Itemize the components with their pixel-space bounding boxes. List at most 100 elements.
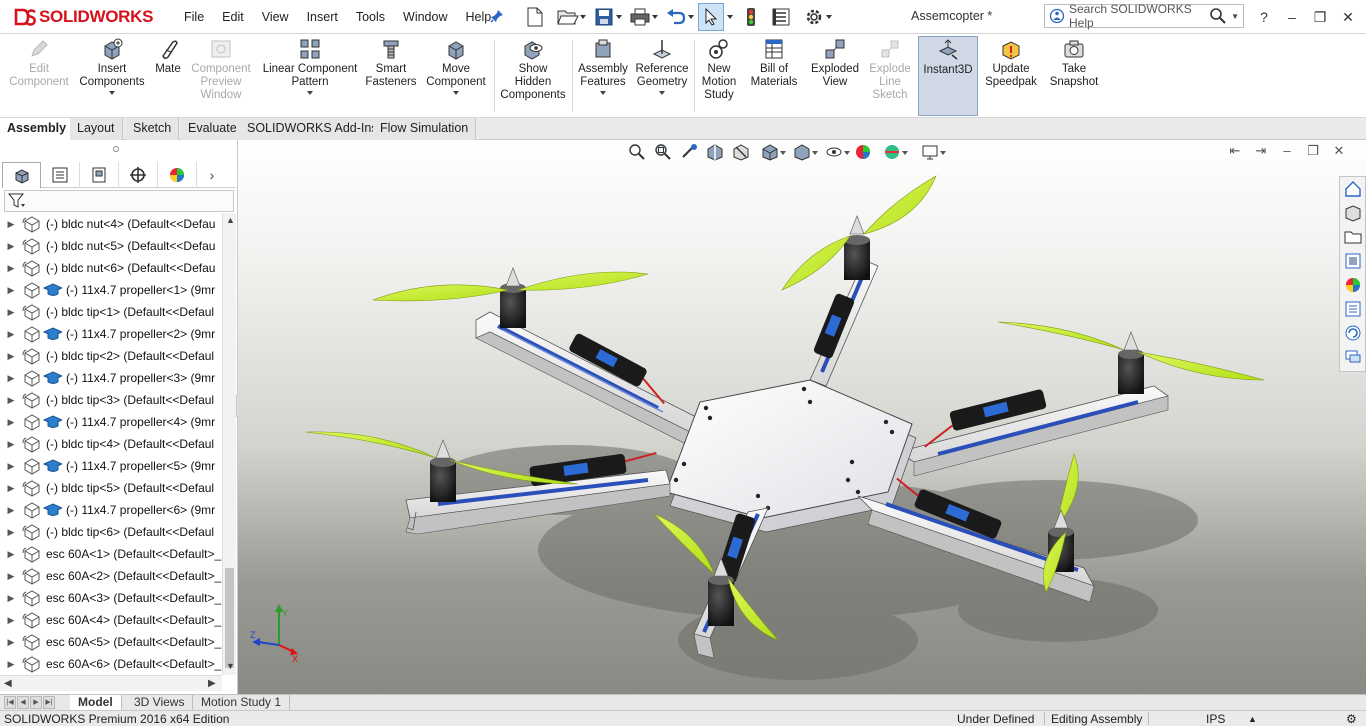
task-pane-custom-properties[interactable] (1340, 297, 1365, 321)
tab-sketch[interactable]: Sketch (126, 118, 180, 140)
scroll-down-icon[interactable]: ▼ (226, 661, 235, 671)
tab-layout[interactable]: Layout (70, 118, 123, 140)
tree-item[interactable]: ▶ (-) bldc nut<6> (Default<<Defau (0, 257, 222, 279)
viewport-next-icon[interactable]: ⇥ (1248, 143, 1274, 159)
linear-pattern-button[interactable]: Linear Component Pattern (258, 38, 362, 95)
viewport-prev-icon[interactable]: ⇤ (1222, 143, 1248, 159)
tree-item[interactable]: ▶ (-) 11x4.7 propeller<4> (9mr (0, 411, 222, 433)
tree-item[interactable]: ▶ (-) bldc tip<2> (Default<<Defaul (0, 345, 222, 367)
scroll-left-icon[interactable]: ◀ (4, 678, 12, 689)
scroll-up-icon[interactable]: ▲ (226, 215, 235, 225)
viewport-restore-icon[interactable]: ❐ (1300, 143, 1326, 159)
tab-assembly[interactable]: Assembly (0, 118, 75, 140)
instant3d-button[interactable]: Instant3D (918, 36, 978, 116)
expand-arrow-icon[interactable]: ▶ (0, 461, 22, 472)
print-button[interactable] (622, 3, 658, 31)
close-icon[interactable]: ✕ (1334, 9, 1362, 26)
explode-line-sketch-button[interactable]: Explode Line Sketch (864, 38, 916, 102)
motor-propeller-3[interactable] (997, 321, 1265, 394)
pin-menu-icon[interactable] (490, 9, 504, 23)
tab-evaluate[interactable]: Evaluate (181, 118, 245, 140)
tab-configuration-manager[interactable] (80, 162, 119, 188)
section-view-button[interactable] (702, 141, 728, 163)
menu-insert[interactable]: Insert (298, 10, 347, 24)
expand-arrow-icon[interactable]: ▶ (0, 351, 22, 362)
expand-arrow-icon[interactable]: ▶ (0, 263, 22, 274)
menu-file[interactable]: File (175, 10, 213, 24)
arm-back-left[interactable] (475, 311, 699, 445)
update-speedpak-button[interactable]: Update Speedpak (984, 38, 1038, 89)
tree-item[interactable]: ▶ (-) bldc nut<4> (Default<<Defau (0, 213, 222, 235)
take-snapshot-button[interactable]: Take Snapshot (1046, 38, 1102, 89)
options-button[interactable] (796, 3, 832, 31)
select-button[interactable] (698, 3, 724, 31)
restore-icon[interactable]: ❐ (1306, 9, 1334, 26)
mate-button[interactable]: Mate (150, 38, 186, 76)
display-style-button[interactable] (786, 141, 818, 163)
tree-item[interactable]: ▶ esc 60A<5> (Default<<Default>_ (0, 631, 222, 653)
search-icon[interactable] (1209, 7, 1227, 25)
expand-arrow-icon[interactable]: ▶ (0, 219, 22, 230)
tree-item[interactable]: ▶ (-) 11x4.7 propeller<1> (9mr (0, 279, 222, 301)
insert-components-button[interactable]: Insert Components (76, 38, 148, 95)
tab-last-icon[interactable]: ▶| (43, 696, 55, 709)
task-pane-appearances[interactable] (1340, 273, 1365, 297)
expand-arrow-icon[interactable]: ▶ (0, 659, 22, 670)
viewport-close-icon[interactable]: ✕ (1326, 143, 1352, 159)
apply-scene-button[interactable] (876, 141, 908, 163)
tree-item[interactable]: ▶ (-) bldc tip<1> (Default<<Defaul (0, 301, 222, 323)
bill-of-materials-button[interactable]: Bill of Materials (746, 38, 802, 89)
edit-appearance-button[interactable] (850, 141, 876, 163)
expand-arrow-icon[interactable]: ▶ (0, 417, 22, 428)
tree-vertical-scrollbar[interactable]: ▲ ▼ (222, 213, 236, 675)
tree-item[interactable]: ▶ esc 60A<3> (Default<<Default>_ (0, 587, 222, 609)
edit-component-button[interactable]: Edit Component (4, 38, 74, 89)
tab-flow-simulation[interactable]: Flow Simulation (373, 118, 477, 140)
menu-view[interactable]: View (253, 10, 298, 24)
tab-next-icon[interactable]: ▶ (30, 696, 42, 709)
units-dropdown-icon[interactable]: ▲ (1248, 714, 1257, 724)
tree-item[interactable]: ▶ esc 60A<4> (Default<<Default>_ (0, 609, 222, 631)
smart-fasteners-button[interactable]: Smart Fasteners (364, 38, 418, 89)
expand-arrow-icon[interactable]: ▶ (0, 395, 22, 406)
expand-arrow-icon[interactable]: ▶ (0, 307, 22, 318)
tree-item[interactable]: ▶ esc 60A<1> (Default<<Default>_ (0, 543, 222, 565)
motor-propeller-2[interactable] (781, 175, 937, 291)
save-button[interactable] (586, 3, 622, 31)
tab-prev-icon[interactable]: ◀ (17, 696, 29, 709)
expand-arrow-icon[interactable]: ▶ (0, 285, 22, 296)
search-input[interactable]: Search SOLIDWORKS Help (1069, 2, 1209, 30)
tree-filter[interactable] (4, 190, 234, 212)
panel-tabs-more[interactable]: › (197, 162, 227, 187)
view-orientation-button[interactable] (754, 141, 786, 163)
expand-arrow-icon[interactable]: ▶ (0, 439, 22, 450)
assembly-features-button[interactable]: Assembly Features (576, 38, 630, 95)
new-motion-study-button[interactable]: New Motion Study (698, 38, 740, 102)
view-settings-button[interactable] (914, 141, 946, 163)
status-settings-icon[interactable]: ⚙ (1346, 712, 1357, 726)
tree-item[interactable]: ▶ (-) bldc tip<5> (Default<<Defaul (0, 477, 222, 499)
drone-assembly-model[interactable]: Y X Z (238, 140, 1366, 694)
zoom-to-fit-button[interactable] (624, 141, 650, 163)
tree-item[interactable]: ▶ (-) bldc tip<4> (Default<<Defaul (0, 433, 222, 455)
hide-show-items-button[interactable] (818, 141, 850, 163)
task-pane-view-palette[interactable] (1340, 249, 1365, 273)
exploded-view-button[interactable]: Exploded View (806, 38, 864, 89)
dynamic-annotation-button[interactable] (728, 141, 754, 163)
motor-propeller-1[interactable] (372, 267, 649, 328)
expand-arrow-icon[interactable]: ▶ (0, 241, 22, 252)
expand-arrow-icon[interactable]: ▶ (0, 329, 22, 340)
scroll-thumb[interactable] (225, 568, 234, 668)
tree-item[interactable]: ▶ (-) bldc nut<5> (Default<<Defau (0, 235, 222, 257)
expand-arrow-icon[interactable]: ▶ (0, 483, 22, 494)
task-pane-forum[interactable] (1340, 345, 1365, 369)
help-icon[interactable]: ? (1250, 9, 1278, 25)
reference-geometry-button[interactable]: Reference Geometry (632, 38, 692, 95)
status-units[interactable]: IPS (1206, 712, 1225, 726)
viewport-minimize-icon[interactable]: ‒ (1274, 143, 1300, 159)
tree-item[interactable]: ▶ esc 60A<6> (Default<<Default>_ (0, 653, 222, 675)
tab-display-manager[interactable] (158, 162, 197, 188)
open-button[interactable] (550, 3, 586, 31)
rebuild-button[interactable] (736, 3, 766, 31)
expand-arrow-icon[interactable]: ▶ (0, 527, 22, 538)
